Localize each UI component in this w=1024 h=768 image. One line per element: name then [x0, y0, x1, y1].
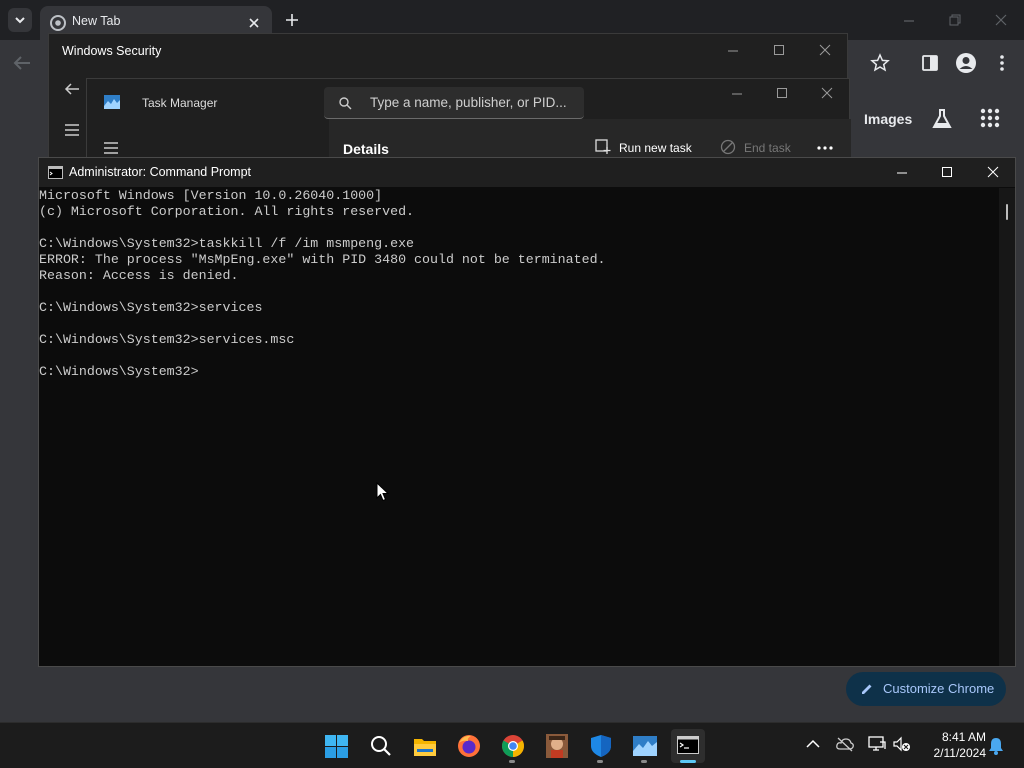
- new-tab-icon[interactable]: [284, 12, 300, 28]
- tm-minimize-icon[interactable]: [730, 87, 744, 101]
- tm-maximize-icon[interactable]: [775, 86, 789, 100]
- console-line: Microsoft Windows [Version 10.0.26040.10…: [39, 188, 383, 203]
- chrome-minimize-icon[interactable]: [902, 14, 916, 28]
- tab-search-dropdown[interactable]: [8, 8, 32, 32]
- taskbar-windows-security[interactable]: [584, 729, 618, 763]
- search-placeholder: Type a name, publisher, or PID...: [370, 95, 567, 110]
- apps-grid-icon[interactable]: [980, 108, 1000, 128]
- running-indicator: [509, 760, 515, 763]
- taskbar-game-app[interactable]: [540, 729, 574, 763]
- onedrive-offline-icon[interactable]: [836, 736, 854, 752]
- cmd-titlebar[interactable]: Administrator: Command Prompt: [39, 158, 1015, 187]
- task-manager-window[interactable]: Task Manager Type a name, publisher, or …: [86, 78, 851, 164]
- task-manager-search-input[interactable]: Type a name, publisher, or PID...: [324, 87, 584, 119]
- windows-security-icon: [591, 735, 611, 757]
- pencil-icon: [862, 684, 872, 694]
- cmd-minimize-icon[interactable]: [895, 166, 909, 180]
- winsec-close-icon[interactable]: [818, 43, 832, 57]
- run-task-icon: [595, 139, 611, 154]
- more-options-icon[interactable]: [816, 145, 834, 151]
- search-icon: [339, 97, 352, 110]
- mouse-cursor-icon: [376, 482, 390, 502]
- end-task-label: End task: [744, 141, 791, 155]
- chrome-restore-icon[interactable]: [948, 13, 962, 27]
- taskbar-command-prompt[interactable]: [671, 729, 705, 763]
- side-panel-icon[interactable]: [920, 53, 940, 73]
- cmd-maximize-icon[interactable]: [940, 165, 954, 179]
- command-prompt-icon: [677, 736, 699, 754]
- windows-security-title: Windows Security: [62, 44, 162, 58]
- chevron-down-icon: [15, 17, 25, 24]
- taskbar-search-button[interactable]: [364, 729, 398, 763]
- clock-date: 2/11/2024: [933, 746, 987, 760]
- chrome-icon: [502, 735, 524, 757]
- show-hidden-icons-chevron-icon[interactable]: [806, 739, 820, 749]
- profile-icon[interactable]: [955, 52, 977, 74]
- firefox-icon: [458, 735, 480, 757]
- taskbar-clock[interactable]: 8:41 AM 2/11/2024: [914, 729, 987, 761]
- taskbar-task-manager[interactable]: [628, 729, 662, 763]
- notification-bell-icon[interactable]: [988, 737, 1004, 755]
- chrome-close-icon[interactable]: [994, 13, 1008, 27]
- winsec-back-icon[interactable]: [64, 82, 80, 96]
- network-icon[interactable]: [868, 736, 886, 752]
- windows-start-icon: [325, 735, 348, 758]
- console-line: C:\Windows\System32>taskkill /f /im msmp…: [39, 236, 415, 251]
- running-indicator: [597, 760, 603, 763]
- customize-chrome-button[interactable]: Customize Chrome: [846, 672, 1006, 706]
- clock-time: 8:41 AM: [941, 730, 986, 744]
- cmd-scroll-thumb[interactable]: [1006, 204, 1008, 220]
- chrome-icon: [50, 15, 66, 31]
- back-icon[interactable]: [12, 54, 32, 72]
- console-line: C:\Windows\System32>services: [39, 300, 263, 315]
- end-task-icon: [720, 139, 736, 155]
- console-line: Reason: Access is denied.: [39, 268, 239, 283]
- cmd-scrollbar[interactable]: [999, 188, 1015, 666]
- customize-chrome-label: Customize Chrome: [883, 681, 995, 696]
- winsec-menu-icon[interactable]: [64, 123, 80, 137]
- command-prompt-window[interactable]: Administrator: Command Prompt Microsoft …: [38, 157, 1016, 667]
- run-new-task-label: Run new task: [619, 141, 692, 155]
- game-app-icon: [546, 734, 568, 758]
- task-manager-logo-icon: [104, 95, 120, 109]
- active-indicator: [680, 760, 696, 763]
- cmd-title: Administrator: Command Prompt: [69, 165, 252, 179]
- labs-flask-icon[interactable]: [930, 107, 954, 131]
- cmd-console-output[interactable]: Microsoft Windows [Version 10.0.26040.10…: [39, 188, 999, 666]
- winsec-maximize-icon[interactable]: [772, 43, 786, 57]
- chrome-menu-icon[interactable]: [994, 53, 1010, 73]
- file-explorer-icon: [414, 739, 436, 756]
- tm-close-icon[interactable]: [820, 86, 834, 100]
- volume-muted-icon[interactable]: [893, 736, 911, 752]
- taskbar-firefox[interactable]: [452, 729, 486, 763]
- running-indicator: [641, 760, 647, 763]
- details-heading: Details: [343, 141, 389, 157]
- taskbar: 8:41 AM 2/11/2024: [0, 722, 1024, 768]
- tab-title: New Tab: [72, 14, 121, 28]
- console-line: (c) Microsoft Corporation. All rights re…: [39, 204, 415, 219]
- bookmark-star-icon[interactable]: [870, 53, 890, 73]
- winsec-minimize-icon[interactable]: [726, 44, 740, 58]
- taskbar-file-explorer[interactable]: [408, 729, 442, 763]
- console-line: C:\Windows\System32>: [39, 364, 199, 379]
- cmd-app-icon: [48, 166, 63, 179]
- console-line: C:\Windows\System32>services.msc: [39, 332, 295, 347]
- cmd-close-icon[interactable]: [986, 165, 1000, 179]
- task-manager-icon: [633, 736, 657, 756]
- console-line: ERROR: The process "MsMpEng.exe" with PI…: [39, 252, 606, 267]
- close-tab-icon[interactable]: [246, 15, 262, 31]
- tm-hamburger-icon[interactable]: [103, 141, 119, 155]
- search-icon: [371, 736, 391, 756]
- images-link[interactable]: Images: [864, 111, 912, 127]
- task-manager-title: Task Manager: [142, 96, 218, 110]
- taskbar-chrome[interactable]: [496, 729, 530, 763]
- start-button[interactable]: [319, 729, 353, 763]
